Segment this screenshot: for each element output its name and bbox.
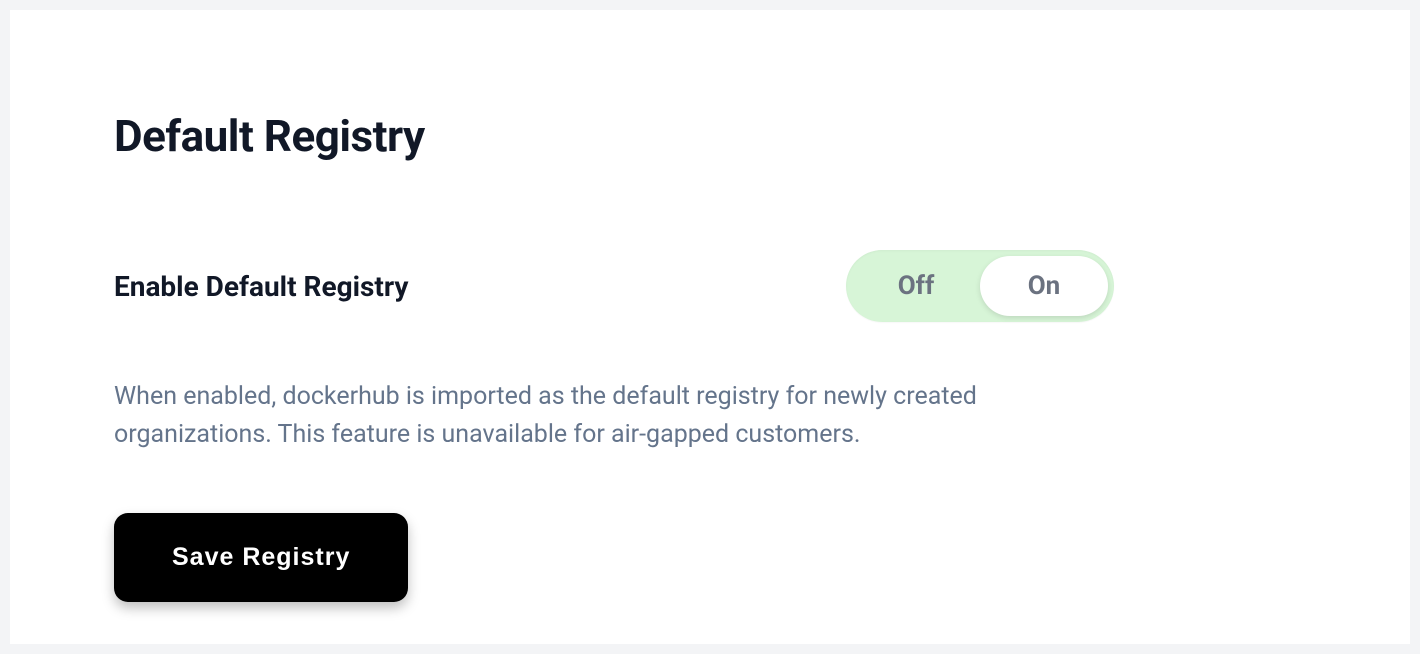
- enable-default-registry-toggle[interactable]: Off On: [846, 250, 1114, 322]
- toggle-off-option[interactable]: Off: [852, 256, 980, 316]
- enable-default-registry-label: Enable Default Registry: [114, 270, 408, 303]
- enable-default-registry-row: Enable Default Registry Off On: [114, 250, 1114, 322]
- settings-panel: Default Registry Enable Default Registry…: [10, 10, 1410, 644]
- save-registry-button[interactable]: Save Registry: [114, 513, 408, 602]
- page-title: Default Registry: [114, 110, 1314, 162]
- setting-description: When enabled, dockerhub is imported as t…: [114, 378, 1074, 453]
- toggle-on-option[interactable]: On: [980, 256, 1108, 316]
